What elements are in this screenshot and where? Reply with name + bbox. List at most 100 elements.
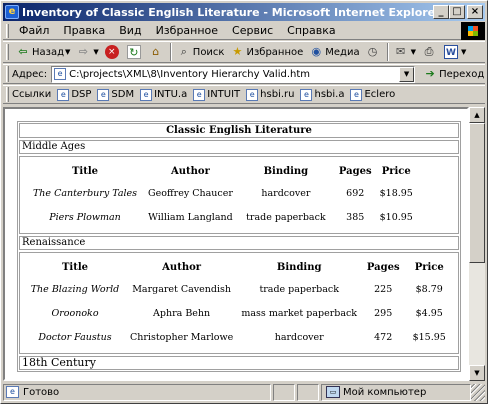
toolbar-grip[interactable]	[6, 44, 9, 60]
page-icon: e	[54, 68, 67, 80]
address-label: Адрес:	[12, 68, 48, 80]
scroll-up-icon[interactable]: ▲	[469, 107, 485, 123]
table-row: The Canterbury Tales Geoffrey Chaucer ha…	[26, 181, 417, 205]
security-zone[interactable]: ▭ Мой компьютер	[321, 383, 471, 401]
history-button[interactable]: ◷	[363, 42, 385, 62]
back-arrow-icon: ⇦	[18, 45, 28, 58]
address-input[interactable]: e C:\projects\XML\8\Inventory Hierarchy …	[51, 65, 416, 83]
edit-dropdown-icon[interactable]: ▼	[461, 48, 466, 56]
book-title: The Canterbury Tales	[32, 187, 138, 199]
link-label: SDM	[111, 89, 135, 100]
forward-button[interactable]: ⇨ ▼	[73, 42, 101, 62]
era-heading: Renaissance	[19, 236, 459, 250]
print-button[interactable]: ⎙	[419, 42, 441, 62]
back-label: Назад	[32, 46, 65, 58]
link-item[interactable]: e hsbi.a	[300, 88, 344, 101]
link-label: Eclero	[364, 89, 396, 100]
menu-file[interactable]: Файл	[12, 24, 56, 37]
refresh-button[interactable]: ↻	[124, 42, 146, 62]
toolbar-separator	[169, 43, 172, 61]
menu-edit[interactable]: Правка	[56, 24, 112, 37]
link-item[interactable]: e SDM	[97, 88, 135, 101]
link-item[interactable]: e INTU.a	[140, 88, 188, 101]
link-item[interactable]: e DSP	[57, 88, 92, 101]
book-pages: 295	[374, 307, 393, 319]
address-url[interactable]: C:\projects\XML\8\Inventory Hierarchy Va…	[69, 69, 399, 80]
column-header-binding: Binding	[276, 261, 322, 273]
forward-dropdown-icon[interactable]: ▼	[93, 48, 98, 56]
search-button[interactable]: ⌕ Поиск	[174, 42, 228, 62]
menu-bar: Файл Правка Вид Избранное Сервис Справка	[3, 22, 485, 40]
book-author: Aphra Behn	[153, 307, 211, 319]
search-icon: ⌕	[180, 45, 187, 58]
link-page-icon: e	[350, 88, 363, 101]
column-header-title: Title	[71, 165, 99, 177]
menu-tools[interactable]: Сервис	[225, 24, 280, 37]
mail-dropdown-icon[interactable]: ▼	[411, 48, 416, 56]
book-author: Margaret Cavendish	[132, 283, 232, 295]
table-row: Doctor Faustus Christopher Marlowe hardc…	[24, 325, 453, 349]
status-bar: e Готово ▭ Мой компьютер	[3, 383, 485, 401]
link-page-icon: e	[97, 88, 110, 101]
scroll-thumb[interactable]	[469, 123, 485, 263]
column-header-pages: Pages	[338, 165, 372, 177]
go-arrow-icon: ➔	[425, 67, 435, 80]
resize-grip[interactable]	[471, 383, 485, 401]
link-label: hsbi.ru	[260, 89, 295, 100]
stop-icon: ×	[104, 45, 119, 59]
address-grip[interactable]	[6, 66, 9, 82]
scroll-down-icon[interactable]: ▼	[469, 365, 485, 381]
link-page-icon: e	[193, 88, 206, 101]
stop-button[interactable]: ×	[102, 42, 124, 62]
minimize-button[interactable]: _	[433, 5, 449, 19]
links-grip[interactable]	[6, 87, 9, 102]
standard-toolbar: ⇦ Назад ▼ ⇨ ▼ × ↻ ⌂ ⌕ Поиск ★ Избранное …	[3, 41, 485, 63]
link-label: INTU.a	[154, 89, 188, 100]
book-author: Geoffrey Chaucer	[148, 187, 233, 199]
books-table: Title Author Binding Pages Price The Bla…	[24, 257, 453, 349]
document-title: Classic English Literature	[19, 123, 459, 138]
window-title: Inventory of Classic English Literature …	[22, 5, 433, 19]
close-button[interactable]: ×	[467, 5, 483, 19]
book-author: William Langland	[148, 211, 233, 223]
home-icon: ⌂	[152, 45, 160, 58]
window-controls: _ □ ×	[433, 5, 483, 19]
go-button[interactable]: ➔ Переход	[423, 67, 485, 81]
menu-grip[interactable]	[6, 23, 9, 38]
link-label: DSP	[71, 89, 92, 100]
media-label: Медиа	[325, 46, 360, 58]
mail-button[interactable]: ✉ ▼	[391, 42, 419, 62]
vertical-scrollbar[interactable]: ▲ ▼	[469, 107, 485, 381]
edit-word-button[interactable]: W ▼	[441, 42, 469, 62]
link-item[interactable]: e INTUIT	[193, 88, 241, 101]
link-label: INTUIT	[207, 89, 241, 100]
back-dropdown-icon[interactable]: ▼	[65, 48, 70, 56]
column-header-title: Title	[61, 261, 89, 273]
media-button[interactable]: ◉ Медиа	[306, 42, 362, 62]
book-author: Christopher Marlowe	[130, 331, 234, 343]
home-button[interactable]: ⌂	[146, 42, 168, 62]
menu-help[interactable]: Справка	[280, 24, 342, 37]
link-page-icon: e	[57, 88, 70, 101]
link-item[interactable]: e hsbi.ru	[246, 88, 295, 101]
back-button[interactable]: ⇦ Назад ▼	[13, 42, 73, 62]
menu-view[interactable]: Вид	[112, 24, 148, 37]
title-bar[interactable]: e Inventory of Classic English Literatur…	[3, 3, 485, 21]
link-item[interactable]: e Eclero	[350, 88, 396, 101]
maximize-button[interactable]: □	[449, 5, 465, 19]
table-row: The Blazing World Margaret Cavendish tra…	[24, 277, 453, 301]
menu-favorites[interactable]: Избранное	[149, 24, 225, 37]
zone-label: Мой компьютер	[343, 386, 427, 398]
status-text-panel: e Готово	[3, 383, 271, 401]
windows-logo-icon	[461, 22, 485, 40]
table-header-row: Title Author Binding Pages Price	[26, 161, 417, 181]
address-dropdown-icon[interactable]: ▼	[399, 66, 415, 82]
table-header-row: Title Author Binding Pages Price	[24, 257, 453, 277]
book-pages: 385	[346, 211, 365, 223]
book-price: $15.95	[412, 331, 446, 343]
book-title: The Blazing World	[30, 283, 120, 295]
era-heading: Middle Ages	[19, 140, 459, 154]
browser-window: e Inventory of Classic English Literatur…	[0, 0, 488, 404]
favorites-button[interactable]: ★ Избранное	[227, 42, 306, 62]
era-books: Title Author Binding Pages Price The Can…	[19, 156, 459, 234]
